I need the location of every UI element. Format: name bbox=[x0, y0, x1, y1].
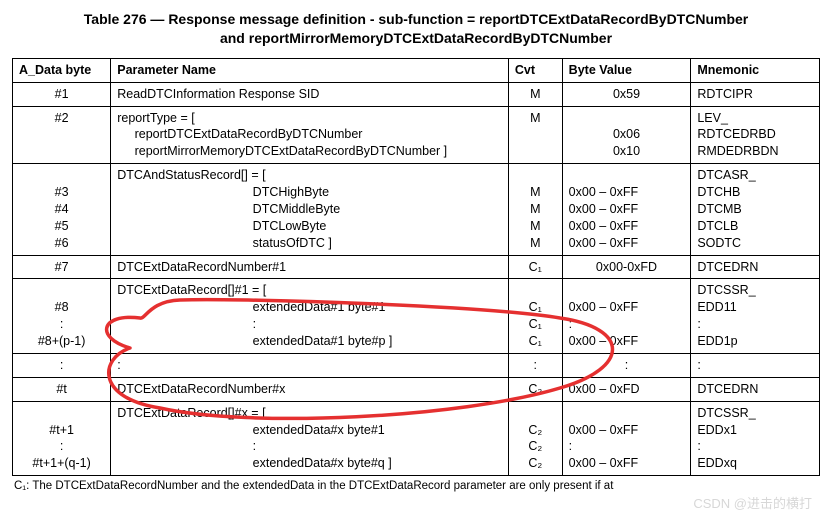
mnemonic: LEV_ RDTCEDRBD RMDEDRBDN bbox=[691, 106, 820, 164]
mnemonic: DTCSSR_ EDDx1 : EDDxq bbox=[691, 401, 820, 476]
col-cvt: Cvt bbox=[508, 58, 562, 82]
cvt: M bbox=[508, 82, 562, 106]
title-line1: Table 276 — Response message definition … bbox=[84, 11, 748, 27]
table-row: #7 DTCExtDataRecordNumber#1 C₁ 0x00-0xFD… bbox=[13, 255, 820, 279]
table-row: #2 reportType = [ reportDTCExtDataRecord… bbox=[13, 106, 820, 164]
col-mnemonic: Mnemonic bbox=[691, 58, 820, 82]
watermark: CSDN @进击的横打 bbox=[693, 493, 812, 512]
byte-value: 0x00-0xFD bbox=[562, 255, 691, 279]
mnemonic: DTCSSR_ EDD11 : EDD1p bbox=[691, 279, 820, 354]
hand-drawn-annotation-icon bbox=[90, 288, 650, 438]
title-line2: and reportMirrorMemoryDTCExtDataRecordBy… bbox=[220, 30, 612, 46]
footnote: C₁: The DTCExtDataRecordNumber and the e… bbox=[12, 480, 820, 492]
a-data-byte: #2 bbox=[13, 106, 111, 164]
mnemonic: DTCASR_ DTCHB DTCMB DTCLB SODTC bbox=[691, 164, 820, 255]
a-data-byte: #3 #4 #5 #6 bbox=[13, 164, 111, 255]
byte-value: 0x00 – 0xFF 0x00 – 0xFF 0x00 – 0xFF 0x00… bbox=[562, 164, 691, 255]
parameter-name: DTCExtDataRecordNumber#1 bbox=[111, 255, 509, 279]
parameter-name: ReadDTCInformation Response SID bbox=[111, 82, 509, 106]
byte-value: 0x06 0x10 bbox=[562, 106, 691, 164]
byte-value: 0x59 bbox=[562, 82, 691, 106]
table-title: Table 276 — Response message definition … bbox=[12, 10, 820, 48]
table-row: #1 ReadDTCInformation Response SID M 0x5… bbox=[13, 82, 820, 106]
mnemonic: RDTCIPR bbox=[691, 82, 820, 106]
col-a-data-byte: A_Data byte bbox=[13, 58, 111, 82]
cvt: M bbox=[508, 106, 562, 164]
col-byte-value: Byte Value bbox=[562, 58, 691, 82]
parameter-name: reportType = [ reportDTCExtDataRecordByD… bbox=[111, 106, 509, 164]
mnemonic: : bbox=[691, 353, 820, 377]
mnemonic: DTCEDRN bbox=[691, 255, 820, 279]
table-header-row: A_Data byte Parameter Name Cvt Byte Valu… bbox=[13, 58, 820, 82]
col-parameter-name: Parameter Name bbox=[111, 58, 509, 82]
table-row: #3 #4 #5 #6 DTCAndStatusRecord[] = [ DTC… bbox=[13, 164, 820, 255]
a-data-byte: #1 bbox=[13, 82, 111, 106]
cvt: C₁ bbox=[508, 255, 562, 279]
cvt: M M M M bbox=[508, 164, 562, 255]
mnemonic: DTCEDRN bbox=[691, 377, 820, 401]
a-data-byte: #7 bbox=[13, 255, 111, 279]
parameter-name: DTCAndStatusRecord[] = [ DTCHighByte DTC… bbox=[111, 164, 509, 255]
